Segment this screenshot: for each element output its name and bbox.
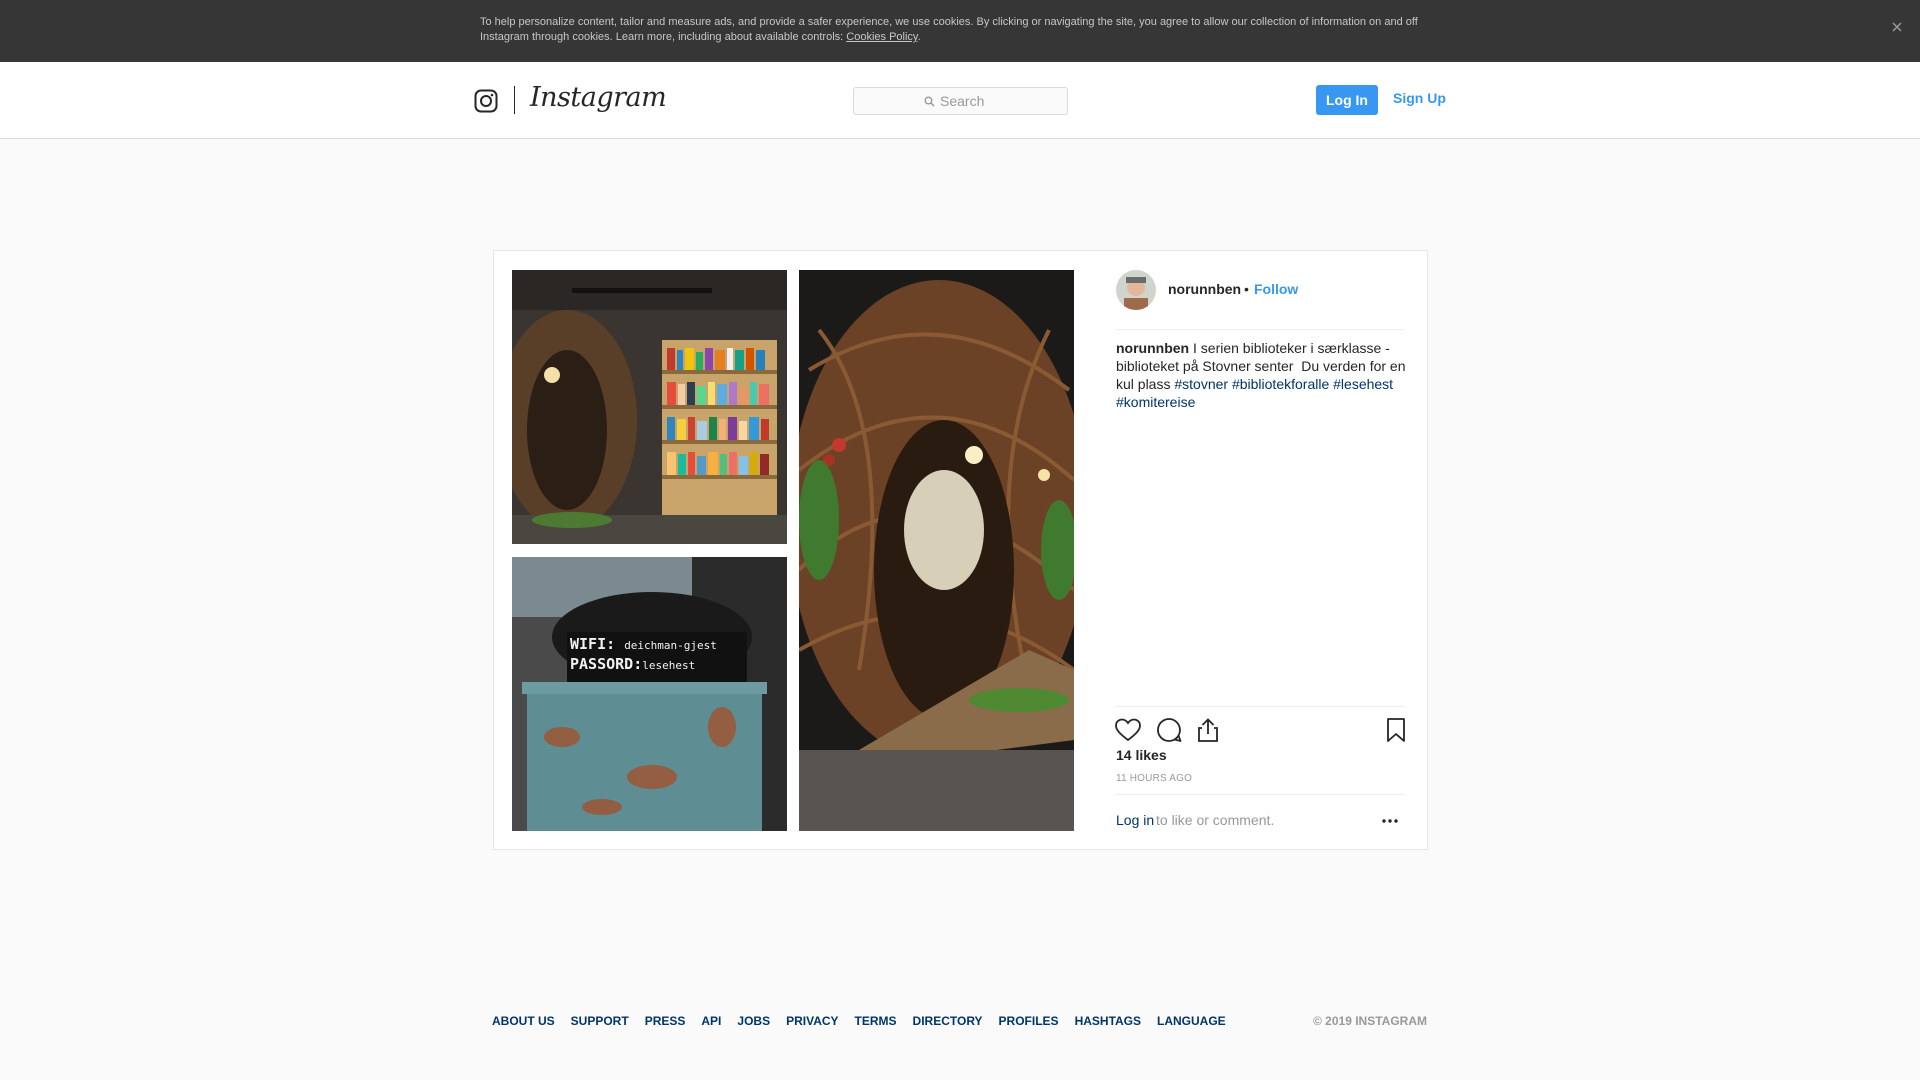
cookie-banner-text: To help personalize content, tailor and … — [480, 15, 1440, 45]
footer-link-api[interactable]: API — [701, 1014, 721, 1028]
wifi-sign-bin-photo[interactable]: WIFI: deichman-gjest PASSORD:lesehest — [512, 557, 787, 831]
signup-link[interactable]: Sign Up — [1393, 90, 1446, 106]
instagram-wordmark[interactable]: Instagram — [530, 82, 667, 113]
avatar-image — [1116, 270, 1156, 310]
wicker-cave-photo[interactable] — [799, 270, 1074, 831]
follow-button[interactable]: Follow — [1254, 281, 1298, 297]
wifi-sign: WIFI: deichman-gjest PASSORD:lesehest — [570, 635, 748, 675]
footer-link-terms[interactable]: TERMS — [855, 1014, 897, 1028]
login-button[interactable]: Log In — [1316, 85, 1378, 115]
footer-link-privacy[interactable]: PRIVACY — [786, 1014, 838, 1028]
wifi-network: deichman-gjest — [624, 639, 717, 652]
footer-link-about-us[interactable]: ABOUT US — [492, 1014, 555, 1028]
wifi-sign-bin-image — [512, 557, 787, 831]
footer-link-profiles[interactable]: PROFILES — [999, 1014, 1059, 1028]
footer-link-language[interactable]: LANGUAGE — [1157, 1014, 1226, 1028]
post-caption: norunnben I serien biblioteker i særklas… — [1116, 339, 1408, 411]
footer-link-jobs[interactable]: JOBS — [737, 1014, 770, 1028]
logo-divider — [514, 86, 515, 114]
cookie-banner: To help personalize content, tailor and … — [0, 0, 1920, 62]
wicker-cave-image — [799, 270, 1074, 831]
post-card: WIFI: deichman-gjest PASSORD:lesehest no… — [493, 250, 1428, 850]
instagram-glyph-icon[interactable] — [474, 89, 498, 113]
library-shelves-image — [512, 270, 787, 544]
footer-link-press[interactable]: PRESS — [645, 1014, 686, 1028]
footer-nav: ABOUT US SUPPORT PRESS API JOBS PRIVACY … — [492, 1014, 1242, 1028]
top-navigation: Instagram Search Log In Sign Up — [0, 62, 1920, 139]
caption-username[interactable]: norunnben — [1116, 340, 1189, 356]
likes-count[interactable]: 14 likes — [1116, 747, 1167, 763]
comment-icon[interactable] — [1155, 716, 1183, 744]
post-timestamp: 11 HOURS AGO — [1116, 773, 1193, 784]
cookies-policy-link[interactable]: Cookies Policy — [846, 31, 917, 43]
footer-link-directory[interactable]: DIRECTORY — [913, 1014, 983, 1028]
hashtag-komitereise[interactable]: #komitereise — [1116, 394, 1195, 410]
hashtag-stovner[interactable]: #stovner — [1174, 376, 1228, 392]
hashtag-bibliotekforalle[interactable]: #bibliotekforalle — [1232, 376, 1329, 392]
username-bullet: • — [1244, 281, 1249, 297]
divider — [1116, 706, 1404, 707]
divider — [1116, 329, 1404, 330]
bookmark-icon[interactable] — [1382, 716, 1410, 744]
more-options-icon[interactable] — [1380, 813, 1400, 829]
hashtag-lesehest[interactable]: #lesehest — [1333, 376, 1393, 392]
footer-link-hashtags[interactable]: HASHTAGS — [1075, 1014, 1141, 1028]
search-input[interactable]: Search — [853, 87, 1068, 115]
login-prompt-text: to like or comment. — [1156, 812, 1275, 828]
footer-link-support[interactable]: SUPPORT — [571, 1014, 629, 1028]
divider — [1116, 794, 1404, 795]
cookie-message: To help personalize content, tailor and … — [480, 16, 1418, 43]
wifi-label: WIFI: — [570, 635, 616, 653]
post-username[interactable]: norunnben — [1168, 281, 1241, 297]
share-icon[interactable] — [1194, 716, 1222, 744]
search-icon — [924, 96, 935, 107]
wifi-password: lesehest — [642, 659, 696, 672]
password-label: PASSORD: — [570, 655, 643, 673]
library-shelves-photo[interactable] — [512, 270, 787, 544]
login-link[interactable]: Log in — [1116, 812, 1154, 828]
heart-icon[interactable] — [1114, 716, 1142, 744]
search-placeholder: Search — [940, 93, 985, 109]
cookie-period: . — [917, 31, 921, 43]
copyright: © 2019 INSTAGRAM — [1313, 1014, 1427, 1028]
close-icon[interactable] — [1886, 16, 1908, 38]
avatar[interactable] — [1116, 270, 1156, 310]
